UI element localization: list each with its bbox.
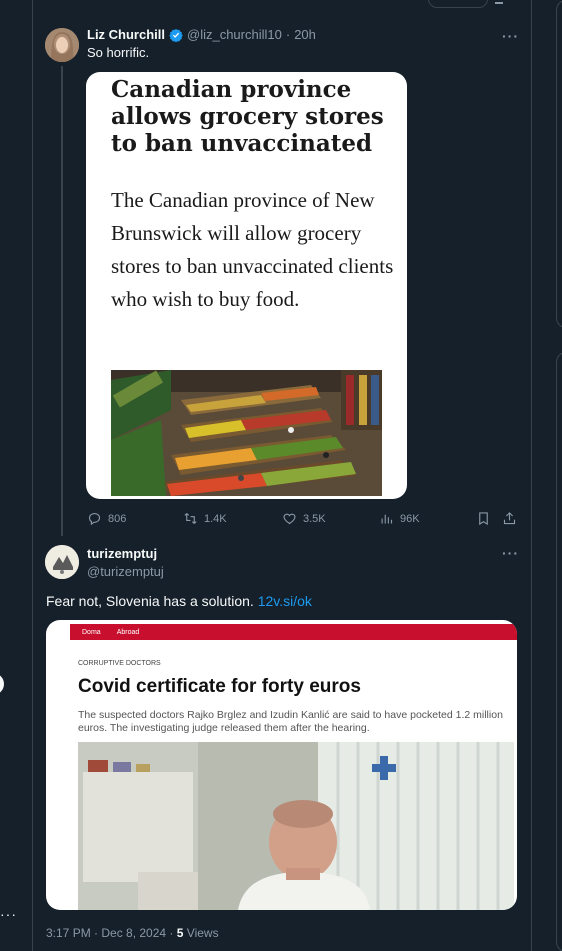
article-title: Covid certificate for forty euros xyxy=(78,676,361,697)
top-button-stub[interactable] xyxy=(428,0,488,8)
more-options-icon[interactable]: ··· xyxy=(502,28,519,44)
reply-button[interactable]: 806 xyxy=(87,511,126,526)
share-icon-stub[interactable] xyxy=(495,0,503,4)
reply-count: 806 xyxy=(108,512,127,525)
tweet-footer: 3:17 PM · Dec 8, 2024 · 5 Views xyxy=(46,926,219,940)
author-name[interactable]: turizemptuj xyxy=(87,546,157,561)
article-body: The Canadian province of New Brunswick w… xyxy=(111,188,394,311)
separator-dot: · xyxy=(169,926,177,940)
article-headline: Canadian province allows grocery stores … xyxy=(111,76,384,157)
left-nav-avatar[interactable] xyxy=(0,673,4,695)
avatar[interactable] xyxy=(45,545,79,579)
tweet-link[interactable]: 12v.si/ok xyxy=(258,593,312,609)
thread-line xyxy=(61,66,63,536)
tweet-text-body: Fear not, Slovenia has a solution. xyxy=(46,593,254,609)
quoted-tweet-header: Liz Churchill @liz_churchill10 · 20h xyxy=(87,27,316,42)
repost-button[interactable]: 1.4K xyxy=(183,511,227,526)
right-panel-box xyxy=(556,352,562,951)
right-panel xyxy=(556,0,562,951)
nav-item-abroad: Abroad xyxy=(116,628,140,636)
separator-dot: · xyxy=(285,27,291,42)
more-options-icon[interactable]: ··· xyxy=(502,545,519,561)
repost-icon xyxy=(184,513,197,524)
nav-item-doma: Doma xyxy=(82,628,101,636)
like-button[interactable]: 3.5K xyxy=(282,511,326,526)
article-screenshot[interactable]: Doma Abroad CORRUPTIVE DOCTORS Covid cer… xyxy=(46,620,517,910)
like-count: 3.5K xyxy=(303,512,326,525)
bookmark-icon xyxy=(479,512,488,526)
views-button[interactable]: 96K xyxy=(379,511,420,526)
tweet-text: So horrific. xyxy=(87,45,150,60)
verified-badge-icon xyxy=(169,28,183,42)
site-nav: Doma Abroad xyxy=(70,624,517,640)
grocery-store-photo xyxy=(111,370,382,496)
timeline-page: ··· Liz Churchill @liz_churchill10 · 20h… xyxy=(0,0,562,951)
doctor-photo xyxy=(78,742,514,910)
article-image[interactable]: Canadian province allows grocery stores … xyxy=(86,72,407,499)
author-handle[interactable]: @turizemptuj xyxy=(87,564,164,579)
tweet-timestamp[interactable]: 3:17 PM · Dec 8, 2024 xyxy=(46,926,166,940)
article-description: The suspected doctors Rajko Brglez and I… xyxy=(78,709,503,734)
avatar[interactable] xyxy=(45,28,79,62)
author-handle[interactable]: @liz_churchill10 xyxy=(187,27,282,42)
author-name[interactable]: Liz Churchill xyxy=(87,27,165,42)
heart-icon xyxy=(283,513,296,525)
right-panel-box xyxy=(556,0,562,328)
views-count: 96K xyxy=(400,512,420,525)
tweet-actions: 806 1.4K 3.5K 96K xyxy=(87,511,527,527)
repost-count: 1.4K xyxy=(204,512,227,525)
bookmark-button[interactable] xyxy=(476,511,491,526)
views-count: 5 xyxy=(176,926,184,940)
views-chart-icon xyxy=(381,514,393,524)
left-more-icon[interactable]: ··· xyxy=(0,906,17,922)
tweet-time[interactable]: 20h xyxy=(294,27,316,42)
views-label: Views xyxy=(186,926,219,940)
share-icon xyxy=(503,512,516,525)
tweet-text: Fear not, Slovenia has a solution. 12v.s… xyxy=(46,593,312,609)
reply-icon xyxy=(88,512,101,526)
share-button[interactable] xyxy=(502,511,517,526)
article-kicker: CORRUPTIVE DOCTORS xyxy=(78,660,161,667)
